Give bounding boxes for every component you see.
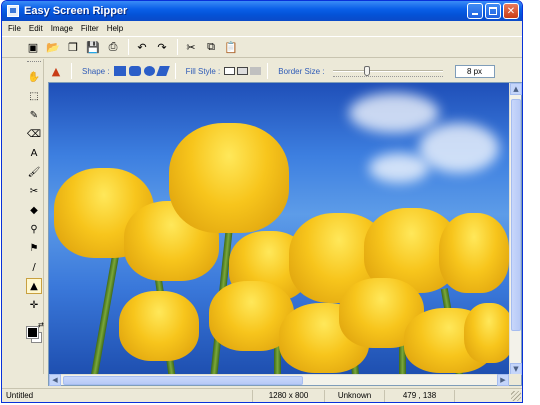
redo-icon[interactable]: ↷: [153, 38, 171, 56]
horizontal-scroll-thumb[interactable]: [63, 376, 303, 385]
paste-icon[interactable]: 📋: [222, 38, 240, 56]
resize-grip[interactable]: [511, 391, 521, 401]
tulip-flower: [169, 123, 289, 233]
options-separator: [174, 63, 176, 79]
scroll-up-icon[interactable]: ▲: [510, 83, 522, 95]
copy-doc-icon[interactable]: ❐: [64, 38, 82, 56]
status-bar: Untitled 1280 x 800 Unknown 479 , 138: [2, 388, 522, 402]
toolbar-separator: [128, 39, 129, 55]
menu-help[interactable]: Help: [103, 24, 127, 33]
border-size-label: Border Size :: [278, 66, 325, 76]
stamp-tool-icon[interactable]: ⚑: [26, 240, 42, 256]
sky-cloud: [419, 123, 499, 173]
app-window: Easy Screen Ripper ✕ File Edit Image Fil…: [1, 0, 523, 403]
sky-cloud: [349, 93, 439, 133]
scroll-left-icon[interactable]: ◀: [49, 374, 61, 386]
foreground-color-swatch[interactable]: [26, 326, 39, 339]
image-viewport[interactable]: ▲ ▼ ◀ ▶: [48, 82, 522, 386]
image-canvas[interactable]: [49, 83, 509, 375]
window-title: Easy Screen Ripper: [24, 5, 128, 17]
border-size-value[interactable]: 8 px: [454, 64, 495, 78]
shape-rounded-rect-button[interactable]: [128, 66, 141, 76]
scroll-corner: [509, 374, 521, 385]
app-icon: [7, 5, 19, 17]
tulip-flower: [439, 213, 509, 293]
status-dimensions: 1280 x 800: [252, 389, 324, 402]
fill-tool-icon[interactable]: ◆: [26, 202, 42, 218]
fill-outline-button[interactable]: [224, 67, 236, 75]
status-format: Unknown: [324, 389, 384, 402]
window-controls: ✕: [467, 3, 519, 19]
status-filename: Untitled: [6, 391, 34, 400]
move-tool-icon[interactable]: ✛: [26, 297, 42, 313]
select-tool-icon[interactable]: ⬚: [26, 88, 42, 104]
toolbox-gripper[interactable]: [27, 61, 41, 64]
options-bar: ▲ Shape : Fill Style : Border Size : 8 p…: [47, 61, 522, 81]
capture-icon[interactable]: ▣: [24, 38, 42, 56]
border-size-slider[interactable]: [332, 66, 443, 77]
menu-file[interactable]: File: [4, 24, 25, 33]
main-toolbar: ▣ 📂 ❐ 💾 ⎙ ↶ ↷ ✂ ⧉ 📋: [2, 36, 522, 58]
line-tool-icon[interactable]: /: [26, 259, 42, 275]
shape-ellipse-button[interactable]: [143, 66, 155, 76]
shape-label: Shape :: [82, 66, 110, 76]
fill-outline-fill-button[interactable]: [237, 67, 249, 75]
scroll-right-icon[interactable]: ▶: [497, 374, 509, 386]
shape-tool-icon[interactable]: ▲: [26, 278, 42, 294]
maximize-button[interactable]: [485, 3, 501, 19]
undo-icon[interactable]: ↶: [133, 38, 151, 56]
shape-parallelogram-button[interactable]: [155, 66, 170, 76]
menu-bar: File Edit Image Filter Help: [2, 21, 522, 35]
fill-solid-button[interactable]: [250, 67, 262, 75]
slider-thumb[interactable]: [363, 66, 370, 76]
horizontal-scrollbar[interactable]: ◀ ▶: [49, 374, 509, 386]
tulip-flower: [464, 303, 509, 363]
save-icon[interactable]: 💾: [84, 38, 102, 56]
open-icon[interactable]: 📂: [44, 38, 62, 56]
maximize-icon: [489, 7, 497, 15]
cut-icon[interactable]: ✂: [182, 38, 200, 56]
menu-filter[interactable]: Filter: [77, 24, 103, 33]
options-separator: [71, 63, 72, 79]
eyedropper-tool-icon[interactable]: ⚲: [26, 221, 42, 237]
shape-options-icon: ▲: [51, 64, 61, 78]
vertical-scrollbar[interactable]: ▲ ▼: [509, 83, 522, 375]
vertical-scroll-thumb[interactable]: [511, 99, 521, 331]
options-separator: [267, 63, 269, 79]
print-icon[interactable]: ⎙: [104, 38, 122, 56]
title-bar[interactable]: Easy Screen Ripper ✕: [2, 1, 522, 21]
menu-image[interactable]: Image: [47, 24, 77, 33]
minimize-icon: [472, 13, 478, 15]
brush-tool-icon[interactable]: 🖌: [26, 164, 42, 180]
fill-style-label: Fill Style :: [185, 66, 221, 76]
close-button[interactable]: ✕: [503, 3, 519, 19]
pencil-tool-icon[interactable]: ✎: [26, 107, 42, 123]
toolbar-separator: [177, 39, 178, 55]
close-icon: ✕: [506, 5, 516, 17]
menu-edit[interactable]: Edit: [25, 24, 47, 33]
hand-tool-icon[interactable]: ✋: [26, 69, 42, 85]
color-palette: ⇄: [24, 319, 46, 349]
tulip-flower: [119, 291, 199, 361]
swap-colors-icon[interactable]: ⇄: [38, 321, 44, 329]
text-tool-icon[interactable]: A: [26, 145, 42, 161]
copy-icon[interactable]: ⧉: [202, 38, 220, 56]
status-coordinates: 479 , 138: [384, 389, 454, 402]
minimize-button[interactable]: [467, 3, 483, 19]
shape-rectangle-button[interactable]: [113, 66, 126, 76]
eraser-tool-icon[interactable]: ⌫: [26, 126, 42, 142]
crop-tool-icon[interactable]: ✂: [26, 183, 42, 199]
sky-cloud: [369, 153, 429, 183]
tulip-stem: [89, 253, 120, 375]
